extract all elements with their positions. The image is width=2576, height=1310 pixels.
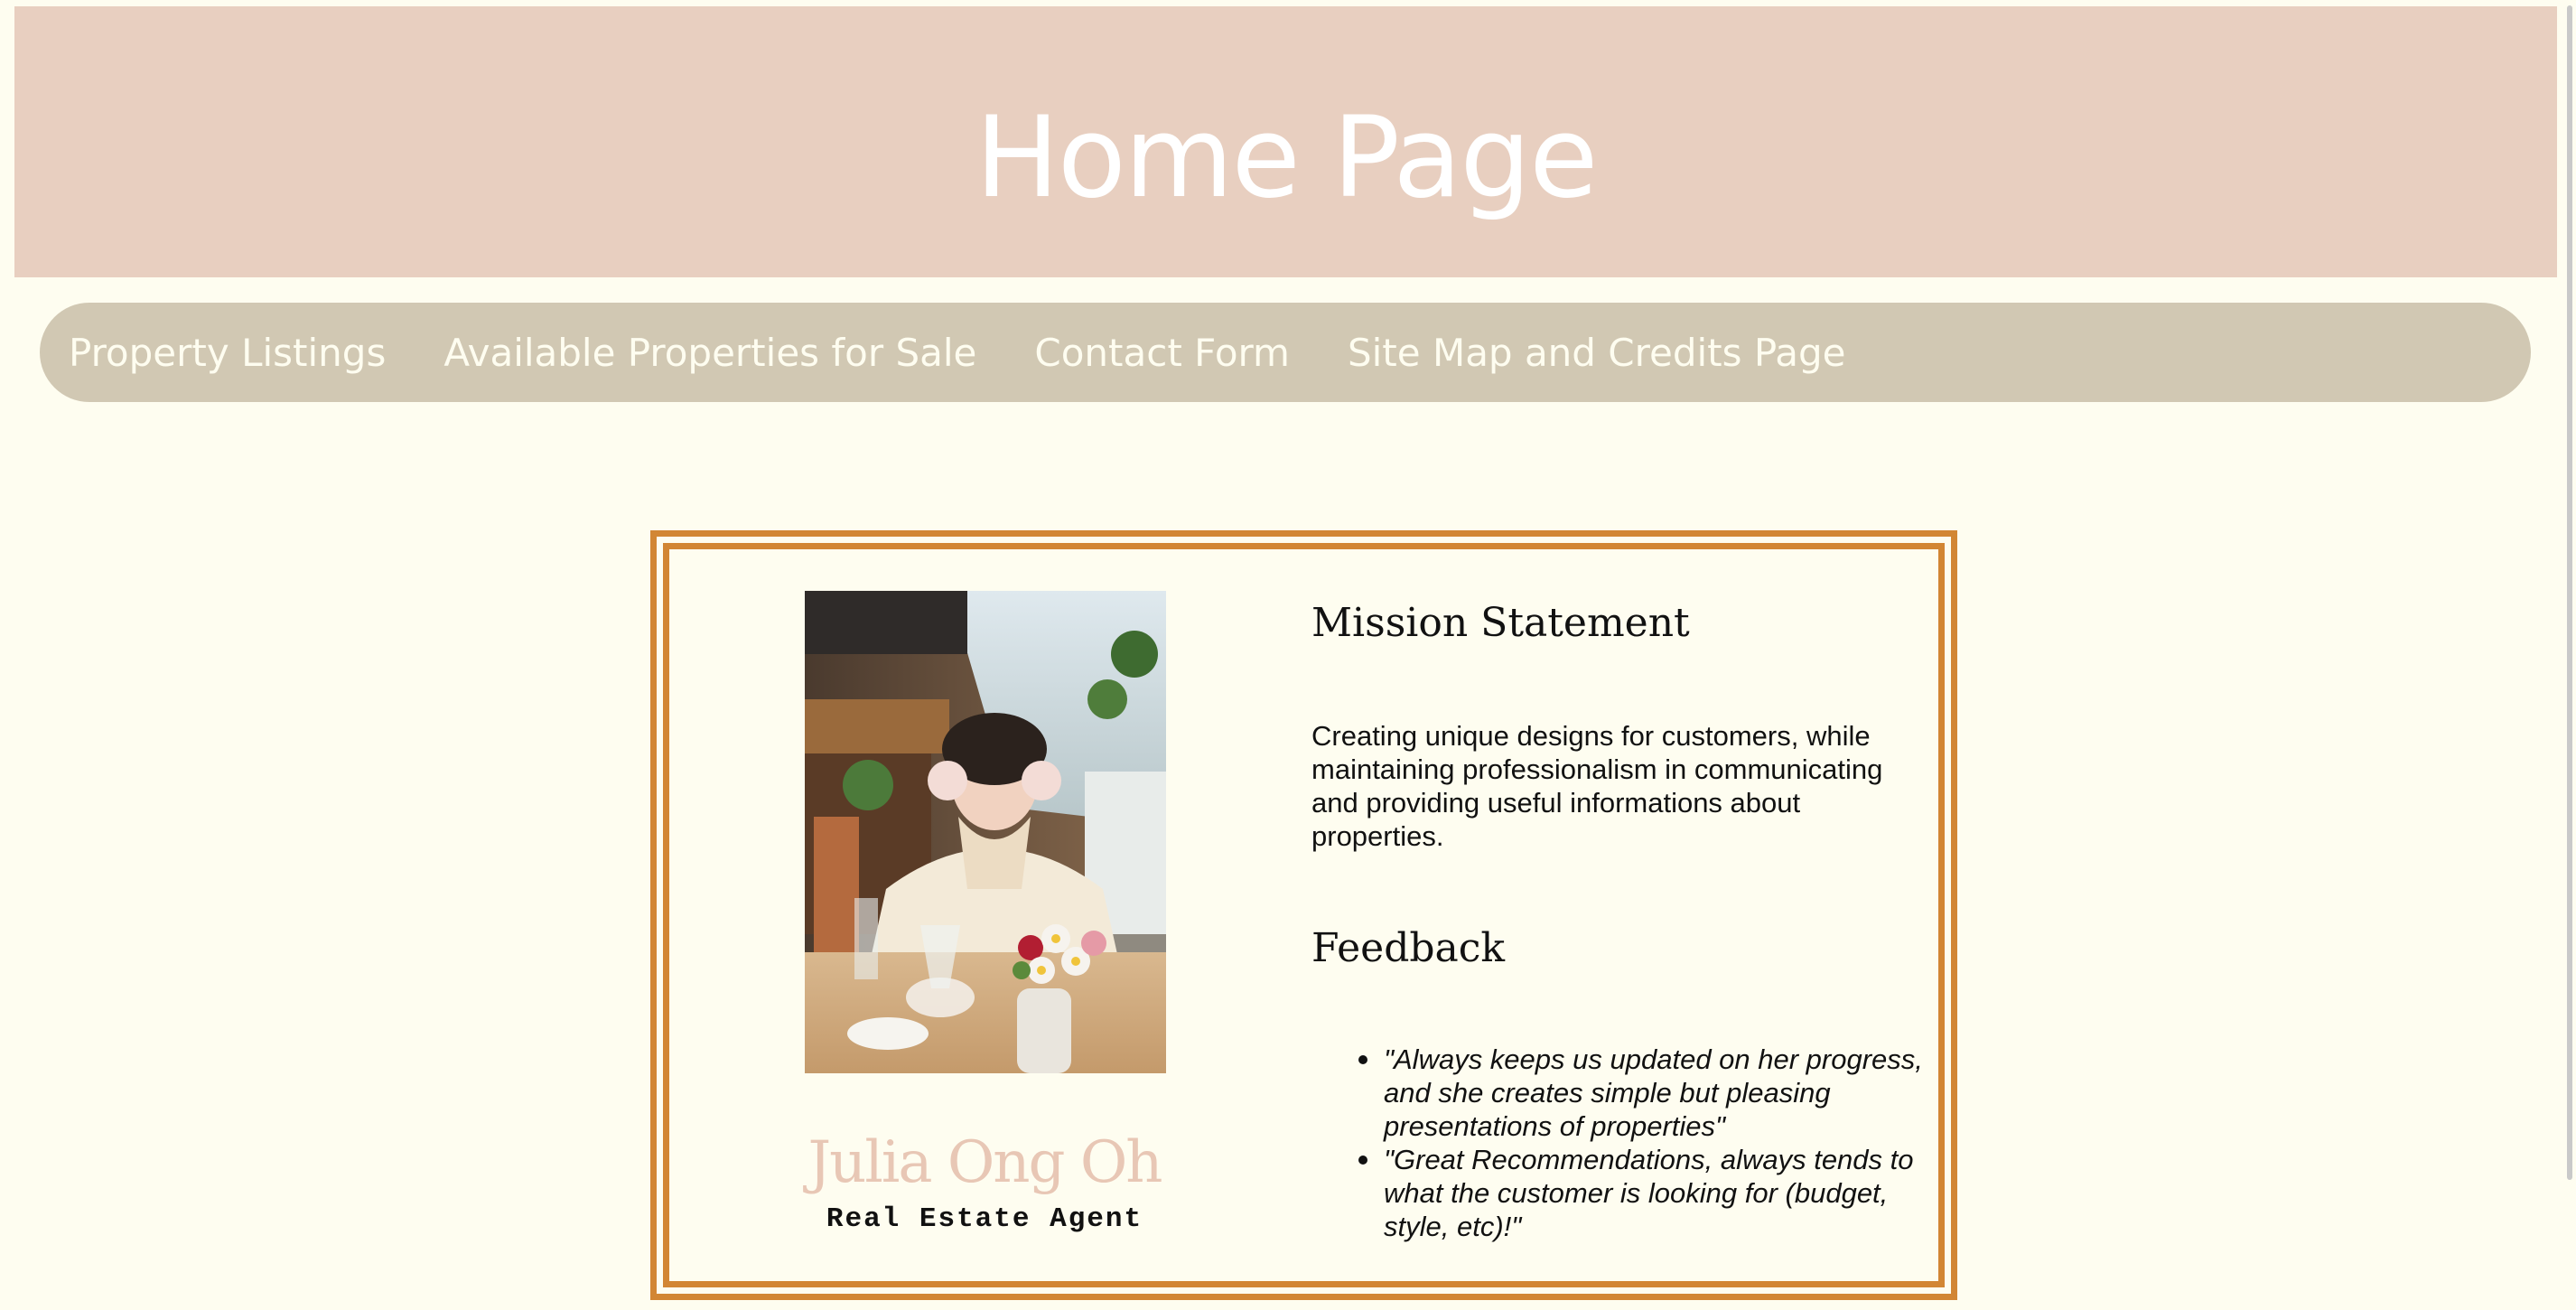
agent-name: Julia Ong Oh [807,1129,1163,1196]
agent-photo [805,591,1166,1073]
feedback-item: "Great Recommendations, always tends to … [1358,1143,1926,1243]
scrollbar-thumb[interactable] [2567,5,2572,1180]
nav-property-listings[interactable]: Property Listings [69,331,386,375]
page-title: Home Page [975,93,1599,223]
page: Home Page Property Listings Available Pr… [0,0,2576,1310]
feedback-item: "Always keeps us updated on her progress… [1358,1043,1926,1143]
main-nav: Property Listings Available Properties f… [40,303,2531,402]
feedback-list: "Always keeps us updated on her progress… [1358,1043,1926,1243]
nav-contact-form[interactable]: Contact Form [1034,331,1290,375]
mission-text: Creating unique designs for customers, w… [1311,720,1883,852]
nav-site-map-credits[interactable]: Site Map and Credits Page [1348,331,1846,375]
nav-available-properties[interactable]: Available Properties for Sale [443,331,976,375]
agent-title: Real Estate Agent [826,1203,1143,1235]
mission-heading: Mission Statement [1311,600,1690,646]
feedback-heading: Feedback [1311,925,1506,971]
header-banner: Home Page [14,6,2557,277]
